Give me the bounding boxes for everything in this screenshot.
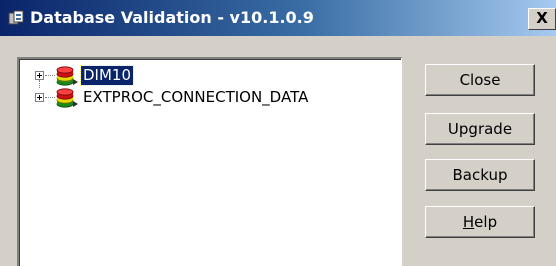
- tree-connector-line: [45, 97, 55, 98]
- help-button[interactable]: Help: [425, 206, 535, 238]
- tree-node-extproc-connection-data[interactable]: EXTPROC_CONNECTION_DATA: [19, 87, 399, 109]
- close-icon: X: [536, 9, 548, 27]
- database-tree[interactable]: DIM10 EXTPROC_CONNECTION_DATA: [17, 57, 402, 266]
- database-stack-icon: [56, 88, 78, 108]
- upgrade-button[interactable]: Upgrade: [425, 113, 535, 145]
- tree-connector-line: [45, 75, 55, 76]
- backup-button[interactable]: Backup: [425, 159, 535, 191]
- database-stack-icon: [56, 66, 78, 86]
- title-bar[interactable]: Database Validation - v10.1.0.9 X: [0, 0, 556, 36]
- help-label-rest: elp: [474, 213, 498, 231]
- plus-box-icon[interactable]: [35, 71, 44, 80]
- close-button[interactable]: Close: [425, 64, 535, 96]
- window-title: Database Validation - v10.1.0.9: [30, 8, 314, 27]
- window-close-button[interactable]: X: [528, 8, 556, 30]
- tree-node-dim10[interactable]: DIM10: [19, 65, 399, 88]
- help-mnemonic: H: [462, 213, 475, 231]
- plus-box-icon[interactable]: [35, 93, 44, 102]
- database-validation-app-icon: [8, 10, 24, 25]
- tree-node-label[interactable]: EXTPROC_CONNECTION_DATA: [81, 88, 310, 107]
- tree-node-label[interactable]: DIM10: [79, 65, 135, 86]
